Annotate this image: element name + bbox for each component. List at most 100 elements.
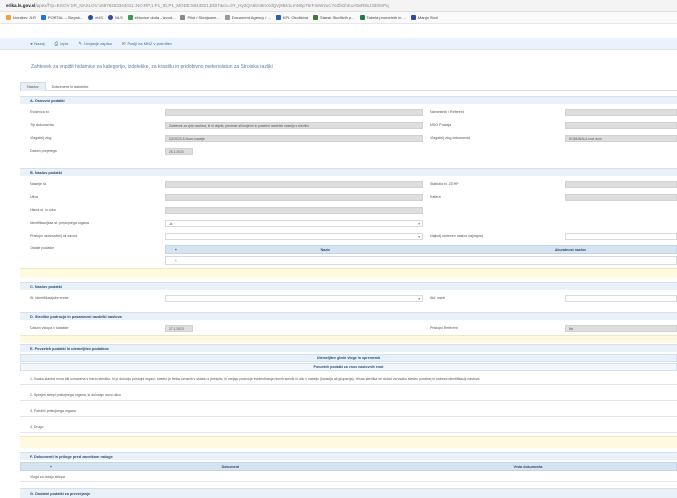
- field-label: Pristojni ustanovitelj ali zavod: [30, 234, 77, 238]
- attachments-table-header: + Dokument Vrsta dokumenta: [20, 462, 677, 471]
- summary-row: 3. Potrdilo pristojnega organa: [20, 405, 677, 417]
- address-subtable-row[interactable]: +: [165, 256, 677, 265]
- bookmark-label: NLS: [114, 15, 123, 20]
- bookmark-icon: [107, 15, 113, 20]
- section-header-stevilke[interactable]: D. Stevilke podrocja in posamezni razdel…: [20, 312, 677, 320]
- tab-bar: Naslov Dokument in datoteke: [20, 82, 677, 91]
- bookmark-icon: [88, 15, 94, 20]
- statistics-field: [565, 181, 677, 188]
- bookmark-item[interactable]: Starsk Storlitvih p...: [313, 15, 355, 20]
- print-icon: ⎙: [54, 41, 59, 46]
- bookmark-label: eUS: [95, 15, 103, 20]
- browser-url-bar[interactable]: erika.ls.gov.sl /apex/f?p=EGOV:SR_NASLOV…: [0, 0, 677, 12]
- edit-button[interactable]: ✎ Urejanje zapisa: [78, 41, 111, 47]
- section-header-dodatni[interactable]: G. Dodatni podatki za preverjanje: [20, 488, 677, 498]
- bookmark-label: Izvrsitev JLR: [13, 15, 36, 20]
- chevron-down-icon: ▾: [418, 296, 420, 301]
- cadastre-date-field: 27.1.2023: [165, 325, 193, 332]
- bookmarks-bar: Izvrsitev JLR PORTAL – Slepsk... eUS NLS…: [0, 12, 677, 24]
- bookmark-icon: [180, 15, 186, 20]
- tab-naslov[interactable]: Naslov: [20, 82, 46, 91]
- bookmark-item[interactable]: Document Agency / ...: [224, 15, 271, 20]
- settlement-field: [165, 181, 423, 188]
- edit-button-label: Urejanje zapisa: [84, 41, 112, 46]
- highlight-strip: [20, 436, 677, 448]
- house-number-field: [165, 207, 423, 214]
- bookmark-item[interactable]: Pilot / Skrajsane...: [180, 15, 220, 20]
- attachment-row[interactable]: Vloga za izdajo sklepa: [20, 472, 677, 482]
- best-address-field[interactable]: [565, 233, 677, 240]
- send-icon: ✉: [121, 40, 126, 46]
- referent-field: [565, 109, 677, 116]
- column-header: Vrsta dokumenta: [513, 464, 543, 469]
- field-label: Pristojni Referent: [430, 326, 458, 330]
- action-toolbar: ◂ Nazaj ⎙ Izpis ✎ Urejanje zapisa ✉ Poslji n…: [0, 38, 677, 50]
- bookmark-item[interactable]: Manja Stori: [410, 15, 439, 20]
- authority-id-field[interactable]: Ja ▾: [165, 220, 423, 227]
- send-button-label: Poslji na MNZ v potrditev: [127, 41, 172, 46]
- summary-row: 2. Sprejeti sklepi pristojnega organa, k…: [20, 389, 677, 401]
- katera-field: [565, 194, 677, 201]
- chevron-down-icon: ▾: [418, 234, 420, 239]
- column-header: Dokument: [221, 464, 240, 469]
- bookmark-icon: [410, 15, 416, 20]
- back-button-label: Nazaj: [34, 41, 45, 46]
- add-row-icon[interactable]: +: [166, 248, 186, 252]
- field-label: Identifikacijska st. pristojnega organa: [30, 221, 89, 225]
- bookmark-icon: [313, 15, 319, 20]
- add-row-icon[interactable]: +: [21, 465, 81, 469]
- tab-dokumenti[interactable]: Dokument in datoteke: [46, 82, 95, 91]
- section-header-naslov[interactable]: B. Naslov podatki: [20, 168, 677, 176]
- bookmark-item[interactable]: eNovice doda - izvod...: [127, 15, 176, 20]
- bookmark-item[interactable]: KPL Okolistna: [275, 15, 309, 20]
- field-label: Statistia st. ZGHP: [430, 182, 459, 186]
- field-label: Ulica: [30, 195, 38, 199]
- column-header: Naziv: [320, 247, 331, 252]
- print-button-label: Izpis: [60, 41, 69, 46]
- persons-field[interactable]: [565, 295, 677, 302]
- section-header-priloge[interactable]: F. Dokumenti in priloge pred zacetkom na…: [20, 452, 677, 460]
- bookmark-icon: [224, 15, 230, 20]
- founder-field[interactable]: ▾: [165, 233, 423, 240]
- bookmark-item[interactable]: PORTAL – Slepsk...: [40, 15, 83, 20]
- field-label: MSO Postaja: [430, 123, 452, 127]
- highlight-strip: [20, 268, 677, 278]
- back-arrow-icon: ◂: [30, 40, 33, 46]
- applicant-field: DZ/2023-5-Novo naselje: [165, 135, 423, 142]
- section-header-naslov-2[interactable]: C. Naslov podatki: [20, 282, 677, 290]
- identification-unit-field[interactable]: ▾: [165, 295, 423, 302]
- back-button[interactable]: ◂ Nazaj: [30, 41, 45, 47]
- edit-icon: ✎: [78, 40, 83, 46]
- bookmark-label: eNovice doda - izvod...: [134, 15, 176, 20]
- field-label: Akt. oseb: [430, 296, 445, 300]
- bookmark-label: Tabela prometnih in ...: [366, 15, 406, 20]
- field-label: Vlagatelj vlog: [30, 136, 52, 140]
- field-label: Datum vstopa v kataster: [30, 326, 69, 330]
- section-header-povzetek[interactable]: E. Povzetek podatki in utemeljitev podat…: [20, 344, 677, 352]
- field-label: Ostale podatke: [30, 246, 55, 250]
- field-label: Hisna st. in crka: [30, 208, 56, 212]
- add-row-icon[interactable]: +: [169, 259, 183, 263]
- send-button[interactable]: ✉ Poslji na MNZ v potrditev: [122, 41, 172, 47]
- bookmark-item[interactable]: Izvrsitev JLR: [6, 15, 36, 20]
- bookmark-item[interactable]: eUS: [88, 15, 103, 20]
- referent-choice-field: Ne: [565, 325, 677, 332]
- field-label: Najbolj ustrezen naslov najnaprej: [430, 234, 483, 238]
- print-button[interactable]: ⎙ Izpis: [55, 41, 69, 46]
- column-header: Akuratnost naslov: [554, 247, 587, 252]
- bookmark-item[interactable]: Tabela prometnih in ...: [359, 15, 406, 20]
- page-title: Zahtevek za vnpiitit hidamice za kategor…: [31, 64, 273, 70]
- bookmark-label: KPL Okolistna: [282, 15, 309, 20]
- bookmark-label: Manja Stori: [417, 15, 439, 20]
- post-office-field: [565, 122, 677, 129]
- bookmark-icon: [127, 15, 133, 20]
- summary-row: 1. Vsaka stavba mora biti oznacena s his…: [20, 373, 677, 385]
- section-header-osnovni[interactable]: A. Osnovni podatki: [20, 96, 677, 104]
- url-host: erika.ls.gov.sl: [6, 3, 36, 8]
- address-subtable-header: + Naziv Akuratnost naslov: [165, 245, 677, 254]
- url-path: /apex/f?p=EGOV:SR_NASLOV:15879263344011:…: [35, 3, 389, 8]
- field-label: Datum prejetega: [30, 149, 57, 153]
- field-label: Tip dokumenta: [30, 123, 54, 127]
- highlight-strip: [20, 335, 677, 343]
- bookmark-item[interactable]: NLS: [107, 15, 123, 20]
